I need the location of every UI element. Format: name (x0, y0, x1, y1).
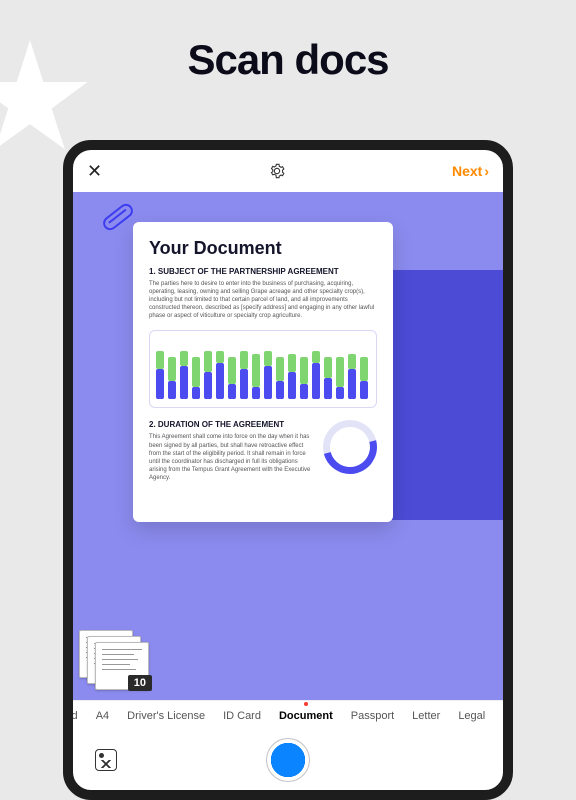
camera-viewfinder: Your Document 1. SUBJECT OF THE PARTNERS… (73, 192, 503, 700)
bar-column (312, 351, 320, 399)
device-frame: ✕ Next › Your Document 1. SUBJECT OF THE… (63, 140, 513, 800)
doc-section2-heading: 2. DURATION OF THE AGREEMENT (149, 420, 313, 429)
next-label: Next (452, 163, 482, 179)
gear-icon (269, 163, 285, 179)
doc-title: Your Document (149, 238, 377, 259)
progress-ring-icon (313, 411, 387, 485)
top-bar: ✕ Next › (73, 150, 503, 192)
doc-bar-chart (149, 330, 377, 408)
bar-column (264, 351, 272, 399)
mode-option[interactable]: Driver's License (127, 710, 205, 722)
bar-column (168, 357, 176, 399)
bar-column (348, 354, 356, 399)
bar-column (300, 357, 308, 399)
paperclip-icon (100, 201, 135, 233)
bar-column (192, 357, 200, 399)
thumbnail: 10 (95, 642, 149, 690)
doc-section1-heading: 1. SUBJECT OF THE PARTNERSHIP AGREEMENT (149, 267, 377, 276)
shutter-button[interactable] (267, 739, 309, 781)
chevron-right-icon: › (484, 163, 489, 179)
page-title: Scan docs (0, 36, 576, 84)
doc-section2-body: This Agreement shall come into force on … (149, 433, 313, 482)
mode-option[interactable]: iteboard (73, 710, 78, 722)
mode-option[interactable]: ID Card (223, 710, 261, 722)
bar-column (360, 357, 368, 399)
mode-option[interactable]: Passport (351, 710, 394, 722)
mode-option[interactable]: A4 (96, 710, 109, 722)
bar-column (276, 357, 284, 399)
scan-mode-selector[interactable]: iteboard A4 Driver's License ID Card Documen… (73, 700, 503, 730)
mode-option[interactable]: Legal (458, 710, 485, 722)
bar-column (180, 351, 188, 399)
bar-column (252, 354, 260, 399)
settings-button[interactable] (269, 163, 285, 179)
bar-column (204, 351, 212, 399)
close-button[interactable]: ✕ (87, 161, 102, 182)
scan-thumbnails[interactable]: 10 (79, 630, 153, 694)
bar-column (216, 351, 224, 399)
bar-column (324, 357, 332, 399)
bar-column (288, 354, 296, 399)
bar-column (228, 357, 236, 399)
doc-section1-body: The parties here to desire to enter into… (149, 280, 377, 320)
bar-column (156, 351, 164, 399)
next-button[interactable]: Next › (452, 163, 489, 179)
bar-column (240, 351, 248, 399)
mode-option[interactable]: Letter (412, 710, 440, 722)
bar-column (336, 357, 344, 399)
mode-option[interactable]: Document (279, 710, 333, 722)
bottom-bar (73, 730, 503, 790)
scanned-document-preview: Your Document 1. SUBJECT OF THE PARTNERS… (133, 222, 393, 522)
thumbnail-count-badge: 10 (128, 675, 152, 691)
